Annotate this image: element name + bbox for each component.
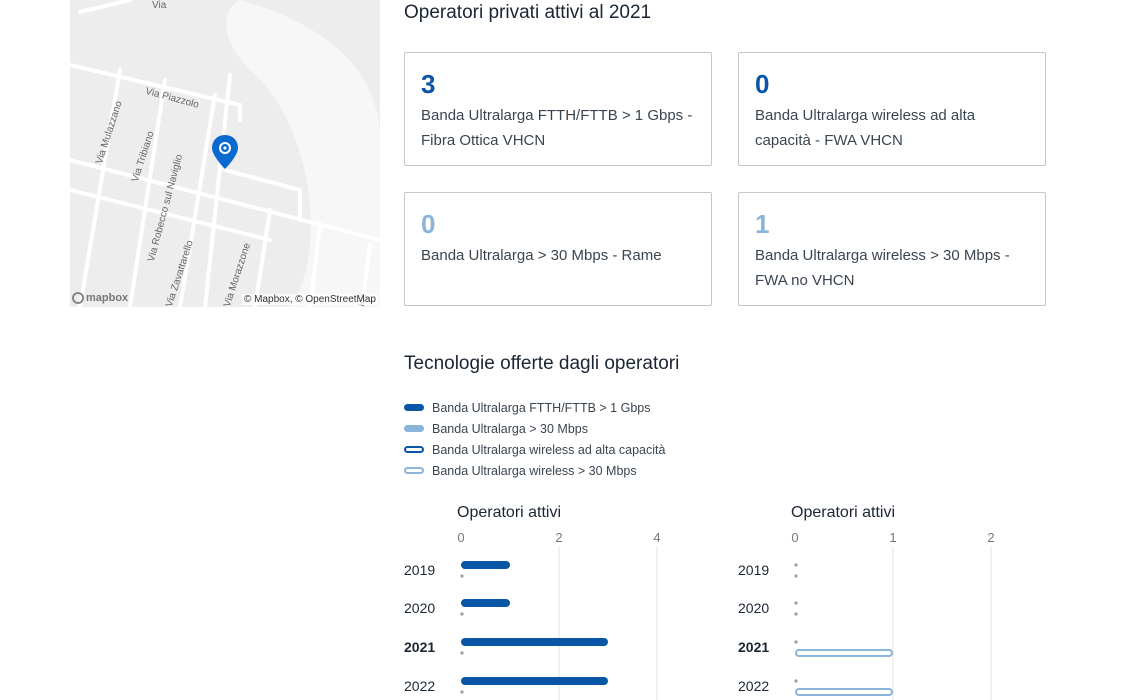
operator-label: Banda Ultralarga > 30 Mbps - Rame bbox=[421, 247, 662, 264]
street-label: Via bbox=[152, 0, 167, 11]
x-tick-label: 4 bbox=[653, 530, 660, 545]
legend-item: Banda Ultralarga wireless > 30 Mbps bbox=[404, 460, 665, 481]
y-category-label: 2022 bbox=[404, 678, 435, 694]
zero-marker bbox=[794, 640, 798, 644]
legend-swatch bbox=[404, 425, 424, 432]
y-category-label: 2021 bbox=[404, 639, 435, 655]
y-category-label: 2019 bbox=[738, 562, 769, 578]
bar bbox=[795, 649, 893, 657]
bar bbox=[795, 688, 893, 696]
x-tick-label: 1 bbox=[889, 530, 896, 545]
operator-count: 1 bbox=[755, 209, 770, 239]
chart-svg: 0 1 2 2019 2020 2021 2022 bbox=[738, 530, 995, 700]
zero-marker bbox=[794, 679, 798, 683]
operator-card-rame: 0 Banda Ultralarga > 30 Mbps - Rame bbox=[404, 192, 712, 306]
legend-swatch bbox=[404, 446, 424, 453]
x-tick-label: 2 bbox=[555, 530, 562, 545]
y-category-label: 2020 bbox=[738, 600, 769, 616]
zero-marker bbox=[794, 574, 798, 578]
y-category-label: 2019 bbox=[404, 562, 435, 578]
y-category-label: 2020 bbox=[404, 600, 435, 616]
operator-card-fwa-no-vhcn: 1 Banda Ultralarga wireless > 30 Mbps - … bbox=[738, 192, 1046, 306]
operators-title: Operatori privati attivi al 2021 bbox=[404, 2, 652, 23]
operator-count: 3 bbox=[421, 69, 436, 99]
operator-card-ftth: 3 Banda Ultralarga FTTH/FTTB > 1 Gbps - … bbox=[404, 52, 712, 166]
bar bbox=[461, 599, 510, 607]
operator-count: 0 bbox=[421, 209, 436, 239]
legend-swatch bbox=[404, 404, 424, 411]
zero-marker bbox=[794, 563, 798, 567]
legend-label: Banda Ultralarga wireless > 30 Mbps bbox=[432, 463, 637, 478]
legend-swatch bbox=[404, 467, 424, 474]
zero-marker bbox=[460, 690, 464, 694]
operator-label: Banda Ultralarga wireless > 30 Mbps - FW… bbox=[755, 247, 1010, 289]
zero-marker bbox=[460, 612, 464, 616]
chart-svg: 0 2 4 2019 2020 2021 2022 bbox=[404, 530, 661, 700]
bar bbox=[461, 561, 510, 569]
operator-card-fwa-vhcn: 0 Banda Ultralarga wireless ad alta capa… bbox=[738, 52, 1046, 166]
legend-item: Banda Ultralarga > 30 Mbps bbox=[404, 418, 665, 439]
coverage-map[interactable]: Via Via Piazzolo Via Mulazzano Via Tribi… bbox=[70, 0, 380, 307]
bar bbox=[461, 677, 608, 685]
x-tick-label: 0 bbox=[457, 530, 464, 545]
legend-label: Banda Ultralarga FTTH/FTTB > 1 Gbps bbox=[432, 400, 651, 415]
legend-item: Banda Ultralarga wireless ad alta capaci… bbox=[404, 439, 665, 460]
x-tick-label: 0 bbox=[791, 530, 798, 545]
zero-marker bbox=[794, 601, 798, 605]
legend-item: Banda Ultralarga FTTH/FTTB > 1 Gbps bbox=[404, 397, 665, 418]
legend-label: Banda Ultralarga > 30 Mbps bbox=[432, 421, 588, 436]
bar bbox=[461, 638, 608, 646]
zero-marker bbox=[460, 651, 464, 655]
y-category-label: 2022 bbox=[738, 678, 769, 694]
location-pin-icon[interactable] bbox=[211, 134, 239, 170]
operator-count: 0 bbox=[755, 69, 770, 99]
technologies-legend: Banda Ultralarga FTTH/FTTB > 1 Gbps Band… bbox=[404, 397, 665, 481]
x-tick-label: 2 bbox=[987, 530, 994, 545]
technologies-title: Tecnologie offerte dagli operatori bbox=[404, 353, 680, 374]
zero-marker bbox=[794, 612, 798, 616]
zero-marker bbox=[460, 574, 464, 578]
operator-label: Banda Ultralarga wireless ad alta capaci… bbox=[755, 107, 976, 149]
operator-label: Banda Ultralarga FTTH/FTTB > 1 Gbps - Fi… bbox=[421, 107, 693, 149]
y-category-label: 2021 bbox=[738, 639, 769, 655]
legend-label: Banda Ultralarga wireless ad alta capaci… bbox=[432, 442, 666, 457]
map-attribution[interactable]: © Mapbox, © OpenStreetMap bbox=[241, 294, 378, 305]
mapbox-logo: mapbox bbox=[72, 292, 128, 304]
